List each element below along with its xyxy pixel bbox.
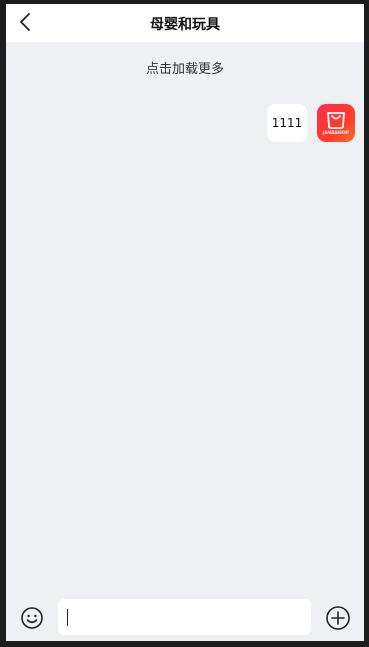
shopping-bag-icon <box>327 112 345 129</box>
text-caret <box>67 609 68 626</box>
chat-screen: 母婴和玩具 点击加载更多 1111 JAVASHOP <box>6 4 364 641</box>
avatar-brand-label: JAVASHOP <box>322 131 350 136</box>
load-more-link[interactable]: 点击加载更多 <box>6 58 364 77</box>
page-title: 母婴和玩具 <box>150 17 220 33</box>
input-bar <box>6 595 364 641</box>
message-input[interactable] <box>58 599 311 635</box>
more-options-button[interactable] <box>325 605 351 631</box>
message-row: 1111 JAVASHOP <box>267 103 355 143</box>
emoji-button[interactable] <box>20 606 44 630</box>
header-bar: 母婴和玩具 <box>6 4 364 42</box>
avatar[interactable]: JAVASHOP <box>317 104 355 142</box>
message-bubble: 1111 <box>267 104 307 142</box>
plus-circle-icon <box>326 606 350 630</box>
smiley-icon <box>21 607 43 629</box>
